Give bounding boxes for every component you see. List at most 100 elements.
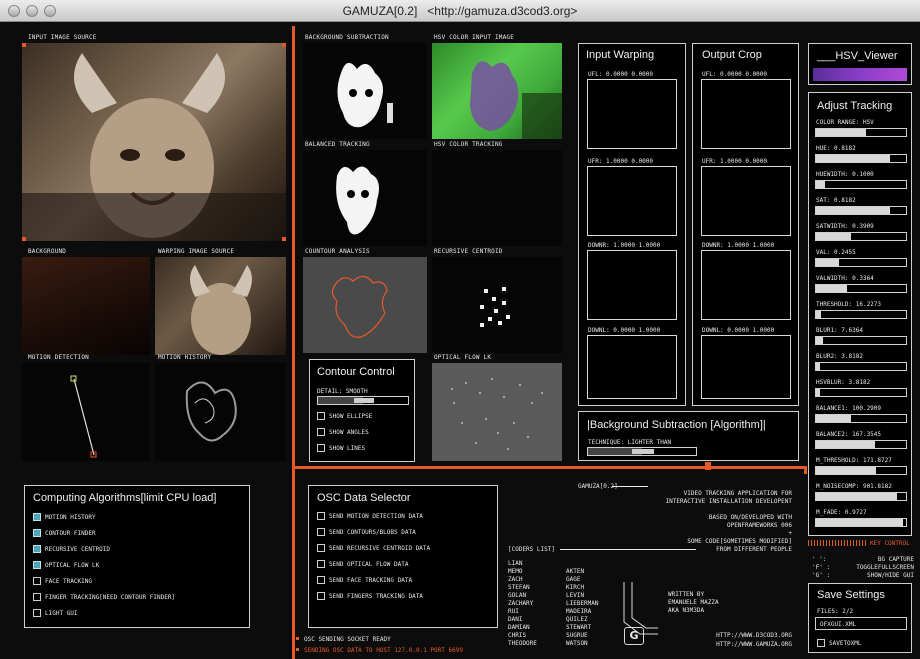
adjust-slider-2[interactable]	[815, 180, 907, 189]
adjust-slider-fill-10	[816, 389, 820, 396]
contour-option-checkbox-1[interactable]	[317, 428, 325, 436]
osc-checkbox-0[interactable]	[317, 512, 325, 520]
contour-control-title: Contour Control	[317, 366, 395, 378]
adjust-slider-6[interactable]	[815, 284, 907, 293]
output-crop-downl-box[interactable]	[701, 335, 791, 399]
adjust-slider-8[interactable]	[815, 336, 907, 345]
input-warping-downr-box[interactable]	[587, 250, 677, 320]
coder-first-1: MEMO	[508, 568, 523, 575]
osc-status-ready: OSC SENDING SOCKET READY	[304, 636, 391, 643]
adjust-slider-11[interactable]	[815, 414, 907, 423]
coder-last-3: KIRCH	[566, 584, 585, 591]
separator-notch	[705, 462, 711, 470]
contour-analysis-view	[303, 257, 427, 353]
output-crop-ufl-box[interactable]	[701, 79, 791, 149]
computing-checkbox-5[interactable]	[33, 593, 41, 601]
adjust-slider-fill-3	[816, 207, 890, 214]
recursive-centroid-view	[432, 257, 562, 353]
adjust-slider-12[interactable]	[815, 440, 907, 449]
input-warping-downl: DOWNL: 0.0000 1.0000	[588, 327, 661, 334]
coder-first-7: DANI	[508, 616, 523, 623]
label-motion-history: MOTION HISTORY	[158, 354, 212, 361]
adjust-label-14: M_NOISECOMP: 901.8182	[816, 483, 892, 490]
output-crop-title: Output Crop	[702, 49, 762, 61]
computing-checkbox-6[interactable]	[33, 609, 41, 617]
save-filename-field[interactable]: OFXGUI.XML	[815, 617, 907, 630]
adjust-slider-fill-7	[816, 311, 822, 318]
written-by-1: WRITTEN BY	[668, 591, 705, 598]
osc-checkbox-2[interactable]	[317, 544, 325, 552]
bg-technique-thumb[interactable]	[632, 449, 654, 454]
computing-checkbox-2[interactable]	[33, 545, 41, 553]
computing-checkbox-1[interactable]	[33, 529, 41, 537]
hsv-color-tracking-view	[432, 150, 562, 246]
adjust-slider-9[interactable]	[815, 362, 907, 371]
adjust-label-2: HUEWIDTH: 0.1000	[816, 171, 874, 178]
output-crop-downr-box[interactable]	[701, 250, 791, 320]
about-some-2: FROM DIFFERENT PEOPLE	[716, 546, 792, 553]
flow-point-8	[485, 418, 487, 420]
coder-last-5: LIEBERMAN	[566, 600, 599, 607]
adjust-slider-4[interactable]	[815, 232, 907, 241]
computing-label-6: LIGHT GUI	[45, 610, 78, 617]
contour-detail-thumb[interactable]	[354, 398, 374, 403]
save-settings-panel: Save Settings FILES: 2/2 OFXGUI.XML SAVE…	[808, 583, 912, 653]
adjust-slider-5[interactable]	[815, 258, 907, 267]
flow-point-2	[479, 392, 481, 394]
coder-first-3: STEFAN	[508, 584, 530, 591]
input-image-view[interactable]	[22, 43, 286, 241]
input-warping-ufl-box[interactable]	[587, 79, 677, 149]
flow-point-7	[461, 422, 463, 424]
input-warping-ufr: UFR: 1.0000 0.0000	[588, 158, 654, 165]
url-gamuza[interactable]: HTTP://WWW.GAMUZA.ORG	[716, 641, 792, 648]
bg-technique-label: TECHNIQUE: LIGHTER THAN	[588, 439, 672, 446]
computing-checkbox-3[interactable]	[33, 561, 41, 569]
hsv-color-swatch	[813, 68, 907, 81]
window-title: GAMUZA[0.2] <http://gamuza.d3cod3.org>	[0, 4, 920, 18]
bg-technique-slider[interactable]	[587, 447, 697, 456]
adjust-slider-13[interactable]	[815, 466, 907, 475]
computing-label-5: FINGER TRACKING[NEED CONTOUR FINDER]	[45, 594, 176, 601]
adjust-slider-fill-5	[816, 259, 839, 266]
url-d3cod3[interactable]: HTTP://WWW.D3COD3.ORG	[716, 632, 792, 639]
input-warping-ufr-box[interactable]	[587, 166, 677, 236]
label-balanced-tracking: BALANCED TRACKING	[305, 141, 370, 148]
output-crop-ufl: UFL: 0.0000 0.0000	[702, 71, 768, 78]
osc-checkbox-5[interactable]	[317, 592, 325, 600]
osc-checkbox-4[interactable]	[317, 576, 325, 584]
about-based-2: OPENFRAMEWORKS 006	[726, 522, 792, 529]
optical-flow-view	[432, 363, 562, 461]
adjust-slider-0[interactable]	[815, 128, 907, 137]
adjust-slider-7[interactable]	[815, 310, 907, 319]
flow-point-11	[527, 436, 529, 438]
contour-control-panel: Contour Control DETAIL: SMOOTH SHOW ELLI…	[309, 359, 415, 462]
bg-subtraction-title: |Background Subtraction [Algorithm]|	[587, 419, 766, 431]
coder-first-9: CHRIS	[508, 632, 527, 639]
contour-detail-slider[interactable]	[317, 396, 409, 405]
output-crop-ufr-box[interactable]	[701, 166, 791, 236]
computing-checkbox-4[interactable]	[33, 577, 41, 585]
adjust-slider-15[interactable]	[815, 518, 907, 527]
adjust-slider-1[interactable]	[815, 154, 907, 163]
bg-subtraction-panel: |Background Subtraction [Algorithm]| TEC…	[578, 411, 799, 461]
adjust-slider-fill-8	[816, 337, 824, 344]
input-warping-downl-box[interactable]	[587, 335, 677, 399]
adjust-slider-fill-4	[816, 233, 852, 240]
input-warping-panel: Input Warping UFL: 0.0000 0.0000 UFR: 1.…	[578, 43, 686, 406]
input-warping-ufl: UFL: 0.0000 0.0000	[588, 71, 654, 78]
osc-checkbox-3[interactable]	[317, 560, 325, 568]
adjust-slider-3[interactable]	[815, 206, 907, 215]
key-control-title: KEY CONTROL	[870, 540, 910, 547]
savetoxml-checkbox[interactable]	[817, 639, 825, 647]
osc-checkbox-1[interactable]	[317, 528, 325, 536]
osc-label-2: SEND RECURSIVE CENTROID DATA	[329, 545, 431, 552]
contour-option-checkbox-2[interactable]	[317, 444, 325, 452]
flow-point-13	[507, 448, 509, 450]
app-title: GAMUZA[0.2]	[342, 4, 418, 18]
flow-point-10	[513, 422, 515, 424]
computing-checkbox-0[interactable]	[33, 513, 41, 521]
adjust-slider-10[interactable]	[815, 388, 907, 397]
contour-option-checkbox-0[interactable]	[317, 412, 325, 420]
about-based-1: BASED ON/DEVELOPED WITH	[708, 514, 792, 521]
adjust-slider-14[interactable]	[815, 492, 907, 501]
